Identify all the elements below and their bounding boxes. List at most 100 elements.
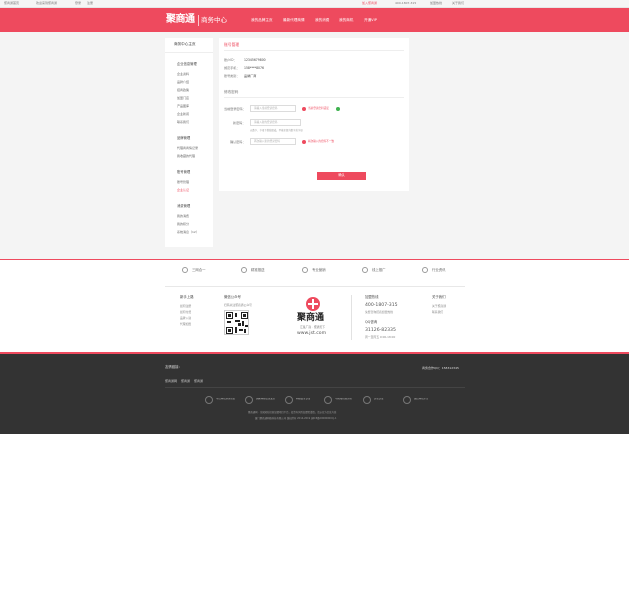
footer-link-register[interactable]: 如何注册 [180,305,191,308]
nav-brand-home[interactable]: 我的品牌主页 [251,18,273,23]
topbar-join-link[interactable]: 加入聚商通 [362,2,377,5]
sidebar-item-messages[interactable]: 系统消息（12） [177,231,199,234]
sidebar-item-policy[interactable]: 招商政策 [177,89,189,92]
dark-footer-rule [165,387,465,388]
topbar-hotline-link[interactable]: 加盟热线 [430,2,442,5]
sidebar-item-company-news[interactable]: 企业新闻 [177,113,189,116]
sidebar-item-product-gallery[interactable]: 产品图库 [177,105,189,108]
password-hint: 以数字、字母下划线组成，不能全部为数字或字母 [250,129,303,132]
footer-qq-number: 31126-82335 [365,328,396,333]
wechat-qr-code [224,310,249,335]
feature-online-promo: 线上推广 [372,268,386,272]
feature-strip: 三网合一 精准推送 专业营销 线上推广 行业资讯 [0,262,629,280]
footer-link-brand-join[interactable]: 品牌入驻 [180,317,191,320]
badge-2[interactable]: 国家网络信息安全 [256,398,275,400]
three-network-icon [182,267,188,273]
sidebar-group-brand: 品牌管理 [177,136,191,140]
footer-rule [165,286,465,287]
sidebar-item-brand-intro[interactable]: 品牌介绍 [177,81,189,84]
copyright-line-2: 厦门聚商通网络科技有限公司 版权所有 2014-2019 闽ICP备000000… [255,417,337,420]
sidebar-item-agent-records[interactable]: 代理商商情记录 [177,147,198,150]
chart-icon [362,267,368,273]
footer-logo-mark [306,297,320,311]
sidebar-group-spending: 消费管理 [177,204,191,208]
badge-6[interactable]: 诚信网站示范 [414,398,428,400]
footer-about-title: 关于我们 [432,295,446,299]
friend-link-1[interactable]: 聚商通网 [165,380,177,383]
phone-value: 158****8076 [244,66,264,70]
badge-3[interactable]: 网络安全认证 [296,398,310,400]
footer-hotline-number: 400-1807-315 [365,303,398,308]
nav-open-vip[interactable]: 开通VIP [364,18,377,23]
feature-industry-news: 行业资讯 [432,268,446,272]
sidebar-group-company-info: 企业信息管理 [177,62,197,66]
footer-link-about[interactable]: 关于聚商通 [432,305,446,308]
logo-divider [198,15,199,26]
domain-icon [324,396,332,404]
sidebar-item-company-profile[interactable]: 企业资料 [177,73,189,76]
footer-site-url[interactable]: www.jst.com [297,331,326,337]
friend-link-2[interactable]: 聚商通 [181,380,190,383]
nav-my-opportunities[interactable]: 我的商机 [339,18,353,23]
footer-wechat-sub: 扫码关注聚商通公众号 [224,303,252,307]
footer-hotline-sub: 免费咨询招商加盟热线 [365,310,393,314]
sidebar-item-contact[interactable]: 联系我们 [177,121,189,124]
sidebar-home-title[interactable]: 商务中心主页 [174,42,196,47]
section-divider [224,50,404,51]
business-qq: 商务合作QQ：158312345 [422,366,459,370]
badge-5[interactable]: 实名认证 [374,398,384,400]
account-id-value: 12345679800 [244,58,266,62]
dark-footer: 友情链接： 聚商通网 聚商通 聚商通 商务合作QQ：158312345 可信网站… [0,354,629,434]
topbar-about-link[interactable]: 关于我们 [452,2,464,5]
topbar-register-link[interactable]: 注册 [87,2,93,5]
badge-4[interactable]: 中国域名服务商 [335,398,352,400]
sidebar: 商务中心主页 企业信息管理 企业资料 品牌介绍 招商政策 加盟门店 产品图库 企… [165,38,213,247]
sidebar-item-my-spending[interactable]: 我的消费 [177,215,189,218]
footer-link-pay[interactable]: 如何付费 [180,311,191,314]
account-section-title: 账号管理 [224,42,240,47]
account-type-value: 品牌厂商 [244,74,257,78]
friend-link-3[interactable]: 聚商通 [194,380,203,383]
business-center-title: 商务中心 [201,16,227,24]
new-password-input[interactable]: 请输入新的登录密码 [250,119,301,126]
error-icon [302,140,306,144]
badge-1[interactable]: 可信网站身份验证 [216,398,235,400]
sidebar-item-account[interactable]: 账号管理 [177,181,189,184]
sidebar-item-stores[interactable]: 加盟门店 [177,97,189,100]
footer-link-contact[interactable]: 联系我们 [432,311,443,314]
sidebar-item-saved-agents[interactable]: 我收藏的代理 [177,155,195,158]
account-type-label: 账号类别： [224,74,240,78]
trust-site-icon [205,396,213,404]
confirm-password-input[interactable]: 再次输入新的登录密码 [250,138,296,145]
account-id-label: 账户ID： [224,58,237,62]
current-password-input[interactable]: 请输入当前登录密码 [250,105,296,112]
current-password-error: 当前登录密码错误 [308,107,329,110]
sidebar-group-account: 账号管理 [177,170,191,174]
current-password-label: 当前登录密码： [224,107,246,111]
success-check-icon [336,107,340,111]
copyright-line-1: 聚商通网 · 全国知名招商加盟项目平台，投资有风险加盟需谨慎，请以官方信息为准 [248,411,337,414]
phone-label: 绑定手机： [224,66,240,70]
confirm-button[interactable]: 确认 [317,172,366,180]
footer-hotline-title: 加盟热线 [365,295,379,299]
sidebar-item-certification[interactable]: 企业认证 [177,189,189,192]
topbar-home-link[interactable]: 聚商通首页 [4,2,19,5]
error-icon [302,107,306,111]
marketing-icon [302,267,308,273]
footer-link-agent-join[interactable]: 代理加盟 [180,323,191,326]
footer-newbie-title: 新手上路 [180,295,194,299]
integrity-icon [403,396,411,404]
topbar-login-link[interactable]: 登录 [75,2,81,5]
target-icon [241,267,247,273]
new-password-label: 新密码： [233,121,246,125]
sidebar-item-my-points[interactable]: 我的积分 [177,223,189,226]
account-panel: 账号管理 账户ID： 12345679800 绑定手机： 158****8076… [219,38,409,191]
friend-links-label: 友情链接： [165,365,182,369]
news-icon [422,267,428,273]
nav-my-spending[interactable]: 我的消费 [315,18,329,23]
main-header: 聚商通 商务中心 我的品牌主页 最新代理商情 我的消费 我的商机 开通VIP [0,8,629,32]
site-logo[interactable]: 聚商通 [166,15,195,25]
topbar-welcome-text: 欢迎来到聚商通 [36,1,58,5]
nav-latest-agents[interactable]: 最新代理商情 [283,18,305,23]
footer-logo-slogan: 汇集厂商 · 聚通天下 [300,325,326,329]
